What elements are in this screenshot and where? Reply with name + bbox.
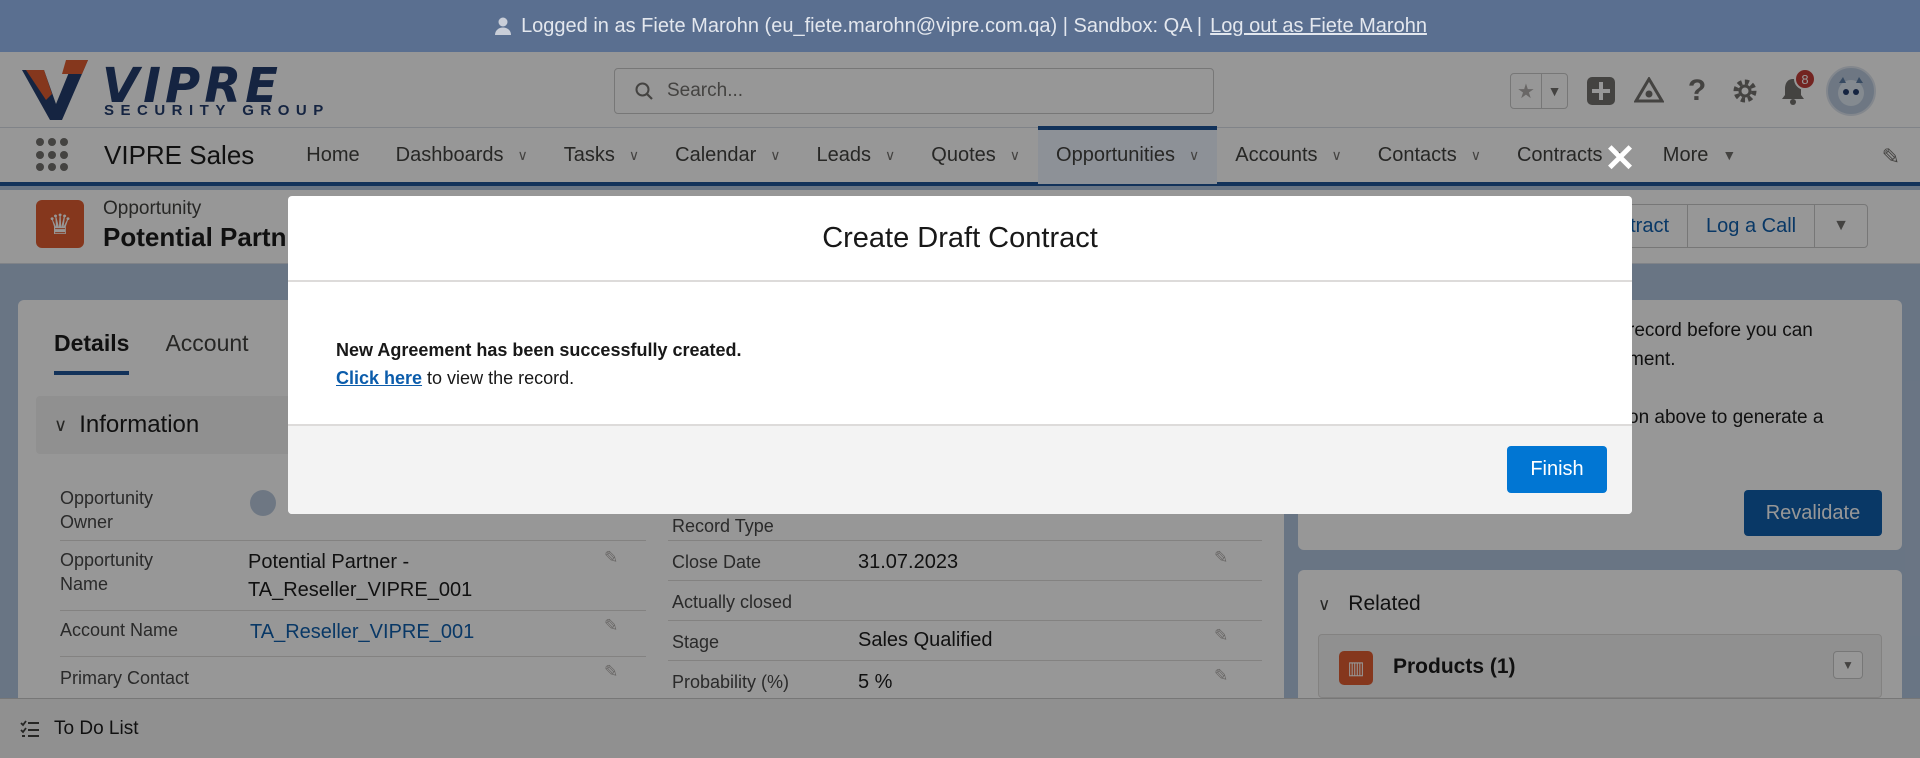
modal-title: Create Draft Contract xyxy=(822,221,1098,254)
logged-in-text: Logged in as Fiete Marohn (eu_fiete.maro… xyxy=(521,14,1203,37)
view-record-text: to view the record. xyxy=(422,368,575,388)
modal-close-icon[interactable]: ✕ xyxy=(1604,140,1636,178)
finish-button[interactable]: Finish xyxy=(1507,446,1607,493)
user-icon xyxy=(495,17,512,35)
create-draft-contract-modal: Create Draft Contract New Agreement has … xyxy=(288,196,1632,514)
modal-footer: Finish xyxy=(288,424,1632,514)
modal-body: New Agreement has been successfully crea… xyxy=(288,282,1632,424)
logout-link[interactable]: Log out as Fiete Marohn xyxy=(1210,15,1427,38)
success-message: New Agreement has been successfully crea… xyxy=(336,340,742,360)
click-here-link[interactable]: Click here xyxy=(336,368,422,388)
modal-header: Create Draft Contract xyxy=(288,196,1632,282)
system-login-bar: Logged in as Fiete Marohn (eu_fiete.maro… xyxy=(0,0,1920,52)
view-record-line: Click here to view the record. xyxy=(336,364,1584,392)
